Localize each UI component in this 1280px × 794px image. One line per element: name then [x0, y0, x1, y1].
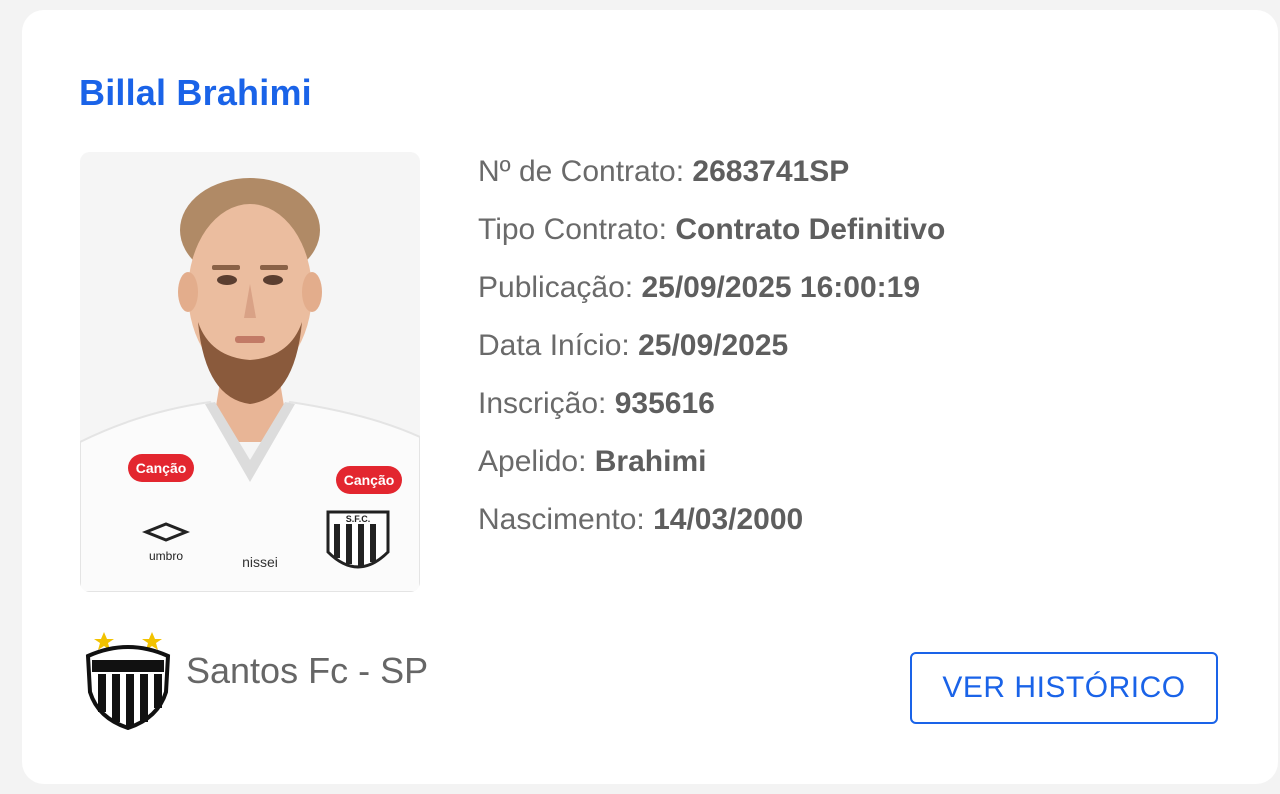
- detail-publication: Publicação: 25/09/2025 16:00:19: [478, 271, 921, 304]
- detail-birth-date: Nascimento: 14/03/2000: [478, 503, 804, 536]
- player-name[interactable]: Billal Brahimi: [79, 72, 312, 114]
- shirt-crest-letters: S.F.C.: [346, 514, 371, 524]
- santos-crest-icon: [82, 630, 174, 731]
- club-info: Santos Fc - SP: [82, 630, 429, 731]
- detail-nickname: Apelido: Brahimi: [478, 445, 707, 478]
- sleeve-sponsor-label: nissei: [242, 554, 278, 570]
- player-card: Billal Brahimi Canção Canção umbro nisse…: [22, 10, 1278, 784]
- view-history-button[interactable]: VER HISTÓRICO: [910, 652, 1218, 724]
- detail-contract-number: Nº de Contrato: 2683741SP: [478, 155, 850, 188]
- contract-details: Nº de Contrato: 2683741SP Tipo Contrato:…: [478, 150, 945, 556]
- detail-start-date: Data Início: 25/09/2025: [478, 329, 789, 362]
- club-name: Santos Fc - SP: [186, 650, 429, 691]
- detail-registration: Inscrição: 935616: [478, 387, 715, 420]
- detail-contract-type: Tipo Contrato: Contrato Definitivo: [478, 213, 946, 246]
- player-photo: Canção Canção umbro nissei S.F.C.: [80, 152, 420, 592]
- brand-label: umbro: [149, 549, 183, 563]
- sponsor-label-right: Canção: [344, 472, 395, 488]
- sponsor-label-left: Canção: [136, 460, 187, 476]
